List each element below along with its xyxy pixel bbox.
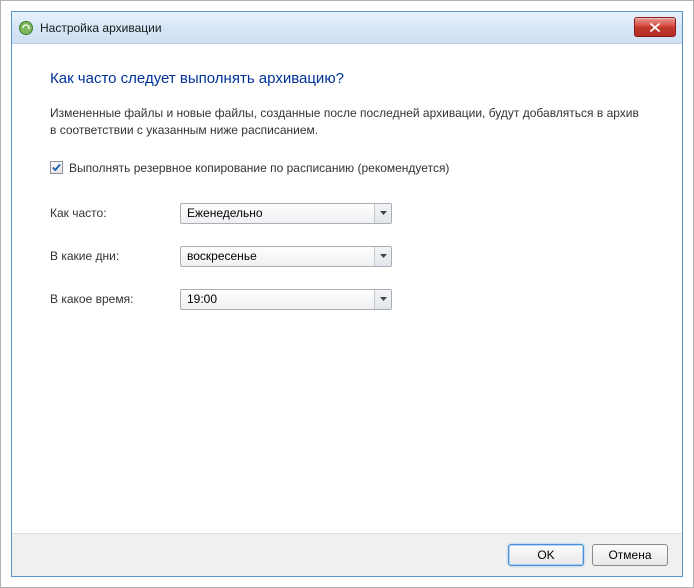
time-value: 19:00	[181, 292, 374, 306]
page-heading: Как часто следует выполнять архивацию?	[50, 70, 644, 87]
checkmark-icon	[51, 162, 62, 173]
frequency-label: Как часто:	[50, 206, 180, 220]
schedule-checkbox-label[interactable]: Выполнять резервное копирование по распи…	[69, 161, 449, 175]
chevron-down-icon	[374, 247, 391, 266]
time-row: В какое время: 19:00	[50, 289, 644, 310]
time-dropdown[interactable]: 19:00	[180, 289, 392, 310]
window-title: Настройка архивации	[40, 21, 162, 35]
frequency-row: Как часто: Еженедельно	[50, 203, 644, 224]
frequency-value: Еженедельно	[181, 206, 374, 220]
cancel-button[interactable]: Отмена	[592, 544, 668, 566]
schedule-checkbox-row: Выполнять резервное копирование по распи…	[50, 161, 644, 175]
content-area: Как часто следует выполнять архивацию? И…	[12, 44, 682, 533]
titlebar: Настройка архивации	[12, 12, 682, 44]
close-button[interactable]	[634, 17, 676, 37]
chevron-down-icon	[374, 290, 391, 309]
day-label: В какие дни:	[50, 249, 180, 263]
chevron-down-icon	[374, 204, 391, 223]
time-label: В какое время:	[50, 292, 180, 306]
backup-icon	[18, 20, 34, 36]
dialog-frame: Настройка архивации Как часто следует вы…	[11, 11, 683, 577]
day-dropdown[interactable]: воскресенье	[180, 246, 392, 267]
backup-settings-window: Настройка архивации Как часто следует вы…	[0, 0, 694, 588]
frequency-dropdown[interactable]: Еженедельно	[180, 203, 392, 224]
schedule-checkbox[interactable]	[50, 161, 63, 174]
description-text: Измененные файлы и новые файлы, созданны…	[50, 105, 644, 139]
day-value: воскресенье	[181, 249, 374, 263]
ok-button[interactable]: OK	[508, 544, 584, 566]
day-row: В какие дни: воскресенье	[50, 246, 644, 267]
close-icon	[650, 23, 660, 32]
dialog-footer: OK Отмена	[12, 533, 682, 576]
